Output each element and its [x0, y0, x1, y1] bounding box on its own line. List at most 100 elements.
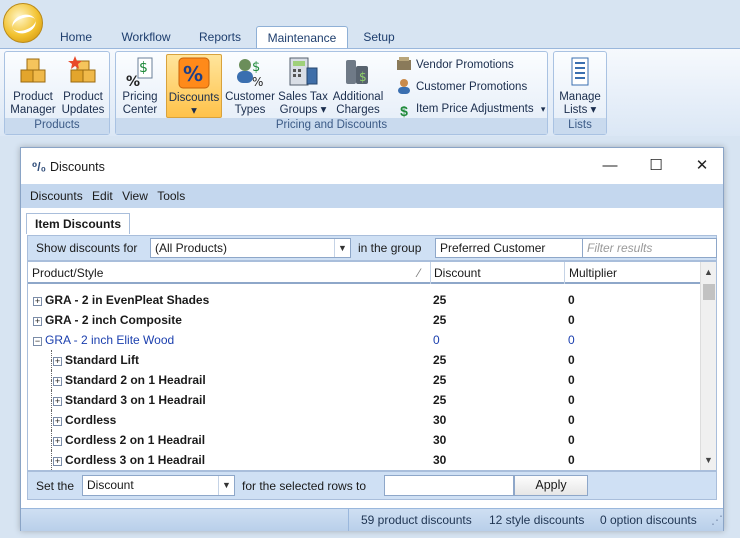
boxes-icon	[17, 56, 49, 88]
table-row[interactable]: + Cordless 2 on 1 Headrail 30 0	[28, 430, 702, 450]
item-price-adjustments-button[interactable]: $ Item Price Adjustments ▾	[396, 99, 545, 119]
menu-edit[interactable]: Edit	[92, 189, 113, 203]
discount-cell[interactable]: 0	[433, 330, 440, 350]
discount-cell[interactable]: 30	[433, 430, 446, 450]
scroll-down-icon[interactable]: ▼	[701, 452, 716, 468]
additional-charges-button[interactable]: $ Additional Charges	[328, 56, 388, 117]
set-field-select[interactable]: Discount ▼	[82, 475, 235, 496]
item-price-adjustments-arrow: ▾	[540, 104, 546, 114]
discount-cell[interactable]: 25	[433, 290, 446, 310]
discounts-dropdown-arrow: ▾	[191, 105, 197, 117]
pricing-center-button[interactable]: $% Pricing Center	[118, 56, 162, 117]
apply-button[interactable]: Apply	[514, 475, 588, 496]
collapse-icon[interactable]: −	[33, 337, 42, 346]
expand-icon[interactable]: +	[53, 397, 62, 406]
discount-cell[interactable]: 30	[433, 450, 446, 470]
column-multiplier[interactable]: Multiplier	[569, 266, 617, 280]
multiplier-cell[interactable]: 0	[568, 290, 575, 310]
column-discount[interactable]: Discount	[434, 266, 481, 280]
product-manager-line2: Manager	[10, 104, 56, 116]
discount-cell[interactable]: 25	[433, 350, 446, 370]
svg-text:$: $	[359, 70, 367, 84]
maximize-button[interactable]: ☐	[633, 148, 679, 184]
svg-text:$: $	[139, 60, 148, 76]
product-style-name: Cordless	[65, 413, 117, 427]
multiplier-cell[interactable]: 0	[568, 330, 575, 350]
vendor-promotions-label: Vendor Promotions	[416, 59, 514, 71]
product-style-cell: + Cordless	[53, 410, 116, 430]
menu-tools[interactable]: Tools	[157, 189, 185, 203]
vendor-promotions-button[interactable]: Vendor Promotions	[396, 55, 514, 75]
close-button[interactable]: ✕	[679, 148, 725, 184]
product-updates-button[interactable]: Product Updates	[59, 56, 107, 117]
customer-group-select[interactable]: Preferred Customer	[435, 238, 583, 258]
chevron-down-icon: ▼	[218, 476, 234, 495]
group-lists-label: Lists	[554, 118, 606, 134]
discounts-line1: Discounts	[168, 92, 220, 104]
list-icon	[564, 56, 596, 88]
multiplier-cell[interactable]: 0	[568, 310, 575, 330]
discounts-button[interactable]: % Discounts ▾	[166, 54, 222, 118]
table-row[interactable]: − GRA - 2 inch Elite Wood 0 0	[28, 330, 702, 350]
customer-types-button[interactable]: $% Customer Types	[224, 56, 276, 117]
table-row[interactable]: + Standard 2 on 1 Headrail 25 0	[28, 370, 702, 390]
resize-grip-icon[interactable]: ⋰	[711, 509, 723, 531]
expand-icon[interactable]: +	[33, 297, 42, 306]
customer-types-line2: Types	[234, 104, 266, 116]
discount-cell[interactable]: 30	[433, 410, 446, 430]
menu-view[interactable]: View	[122, 189, 148, 203]
table-row[interactable]: + Standard 3 on 1 Headrail 25 0	[28, 390, 702, 410]
customer-promotions-button[interactable]: Customer Promotions	[396, 77, 527, 97]
table-row[interactable]: + GRA - 2 in EvenPleat Shades 25 0	[28, 290, 702, 310]
manage-lists-button[interactable]: Manage Lists ▾	[556, 56, 604, 117]
vertical-scrollbar[interactable]: ▲ ▼	[700, 262, 716, 470]
table-row[interactable]: + GRA - 2 inch Composite 25 0	[28, 310, 702, 330]
expand-icon[interactable]: +	[53, 417, 62, 426]
table-row[interactable]: + Cordless 3 on 1 Headrail 30 0	[28, 450, 702, 470]
multiplier-cell[interactable]: 0	[568, 430, 575, 450]
tab-home[interactable]: Home	[48, 26, 104, 48]
discount-cell[interactable]: 25	[433, 370, 446, 390]
sales-tax-line1: Sales Tax	[278, 91, 328, 103]
tab-maintenance[interactable]: Maintenance	[256, 26, 348, 48]
multiplier-cell[interactable]: 0	[568, 410, 575, 430]
scroll-thumb[interactable]	[703, 284, 715, 300]
minimize-button[interactable]: —	[587, 148, 633, 184]
pricing-small-buttons: Vendor Promotions Customer Promotions $ I…	[390, 54, 548, 119]
app-menu-button[interactable]	[3, 3, 43, 43]
product-style-name: Standard 3 on 1 Headrail	[65, 393, 206, 407]
multiplier-cell[interactable]: 0	[568, 450, 575, 470]
column-product-style[interactable]: Product/Style	[32, 266, 103, 280]
product-style-cell: + Standard Lift	[53, 350, 139, 370]
multiplier-cell[interactable]: 0	[568, 390, 575, 410]
expand-icon[interactable]: +	[53, 377, 62, 386]
product-manager-button[interactable]: Product Manager	[9, 56, 57, 117]
multiplier-cell[interactable]: 0	[568, 370, 575, 390]
sales-tax-groups-button[interactable]: Sales Tax Groups ▾	[276, 56, 330, 117]
set-the-label: Set the	[36, 479, 75, 493]
tab-setup[interactable]: Setup	[352, 26, 406, 48]
product-style-name: Standard Lift	[65, 353, 139, 367]
table-row[interactable]: + Standard Lift 25 0	[28, 350, 702, 370]
tab-item-discounts[interactable]: Item Discounts	[26, 213, 131, 234]
expand-icon[interactable]: +	[33, 317, 42, 326]
tab-workflow[interactable]: Workflow	[108, 26, 184, 48]
expand-icon[interactable]: +	[53, 457, 62, 466]
tab-reports[interactable]: Reports	[188, 26, 252, 48]
expand-icon[interactable]: +	[53, 357, 62, 366]
scroll-up-icon[interactable]: ▲	[701, 264, 716, 280]
filter-results-input[interactable]: Filter results	[582, 238, 717, 258]
menu-discounts[interactable]: Discounts	[30, 189, 83, 203]
customer-group-value: Preferred Customer	[440, 241, 546, 255]
customer-promotions-label: Customer Promotions	[416, 81, 528, 93]
table-row[interactable]: + Cordless 30 0	[28, 410, 702, 430]
discount-cell[interactable]: 25	[433, 310, 446, 330]
expand-icon[interactable]: +	[53, 437, 62, 446]
set-value-input[interactable]	[384, 475, 514, 496]
products-select[interactable]: (All Products) ▼	[150, 238, 351, 258]
manage-lists-line2: Lists ▾	[563, 104, 597, 116]
discount-cell[interactable]: 25	[433, 390, 446, 410]
column-separator	[564, 262, 565, 284]
multiplier-cell[interactable]: 0	[568, 350, 575, 370]
manage-lists-line1: Manage	[559, 91, 601, 103]
